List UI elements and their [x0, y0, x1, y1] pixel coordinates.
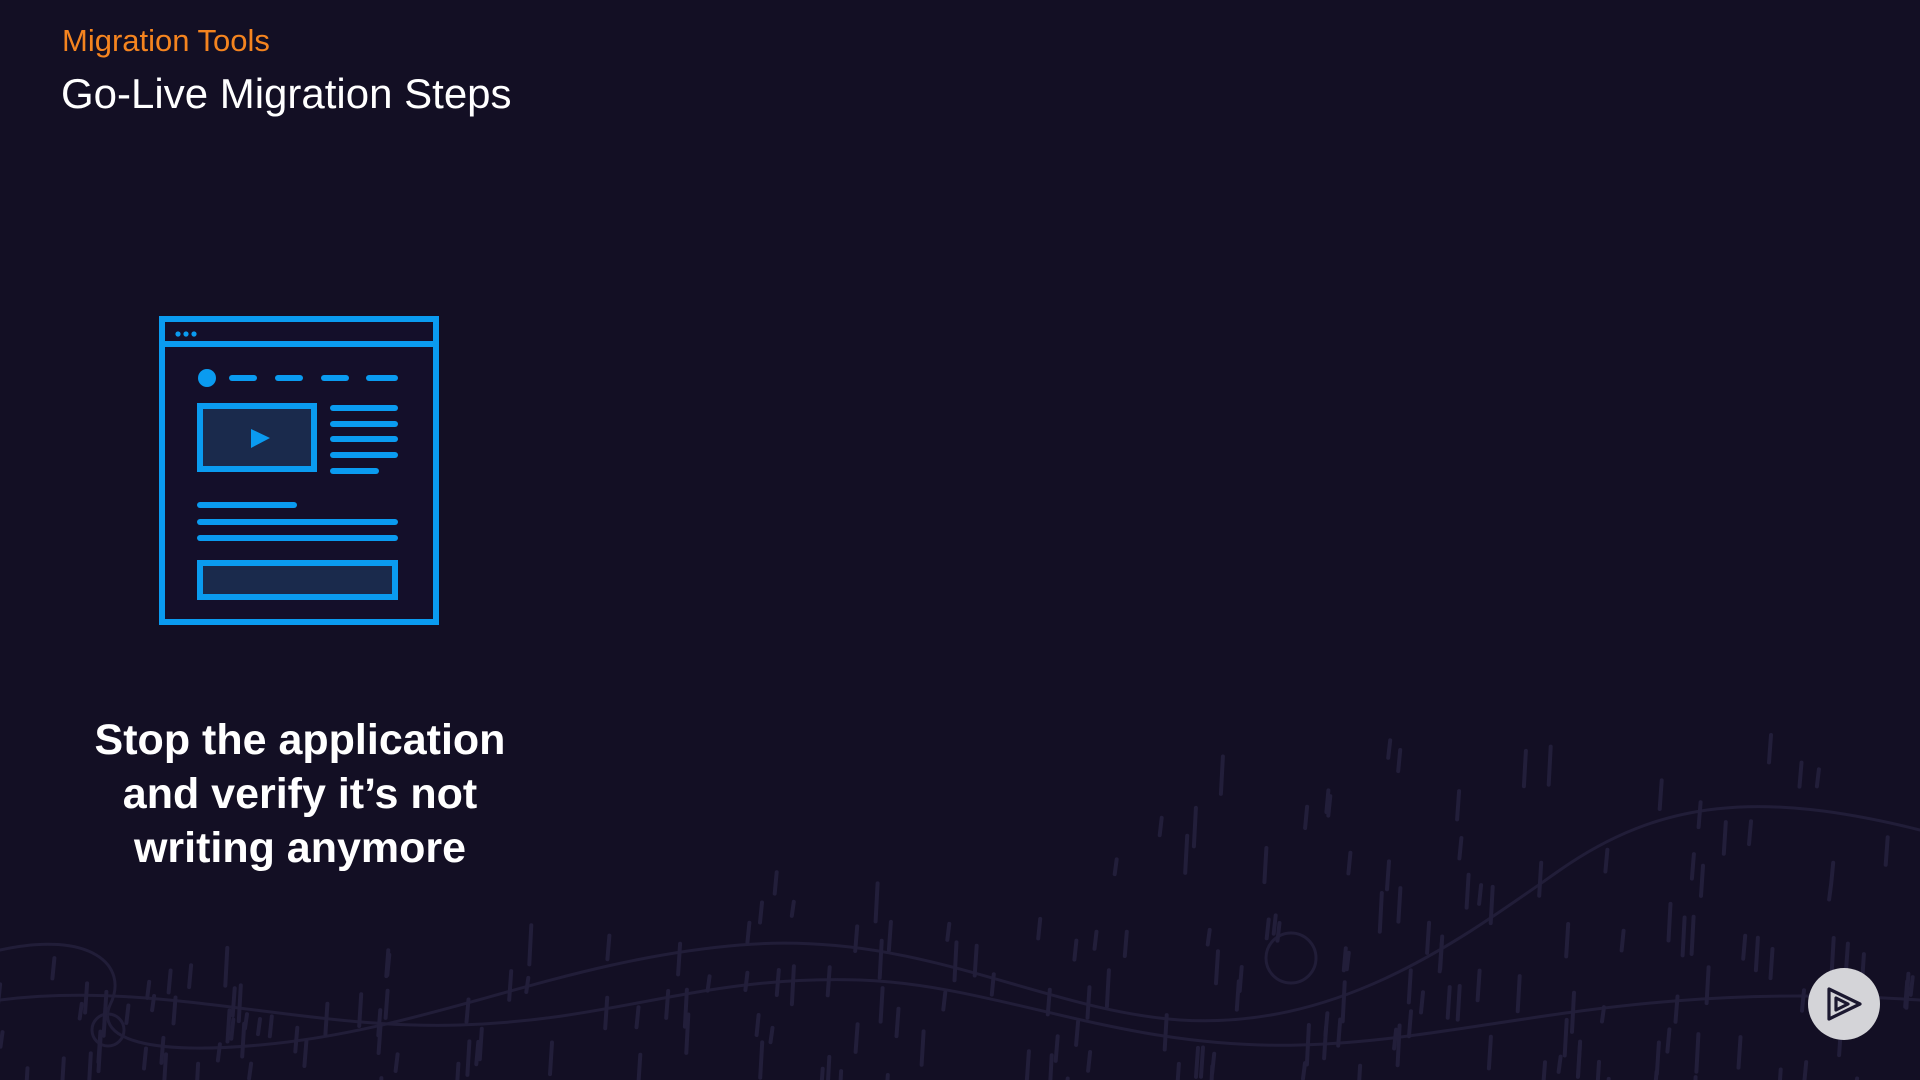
page-title: Go-Live Migration Steps: [61, 70, 512, 117]
player-logo-button[interactable]: [1808, 968, 1880, 1040]
step-caption: Stop the application and verify it’s not…: [94, 716, 506, 872]
play-logo-icon: [1827, 987, 1862, 1021]
slide: Migration Tools Go-Live Migration Steps: [0, 0, 1920, 1080]
section-label: Migration Tools: [62, 23, 270, 58]
web-page-icon: [159, 316, 439, 625]
